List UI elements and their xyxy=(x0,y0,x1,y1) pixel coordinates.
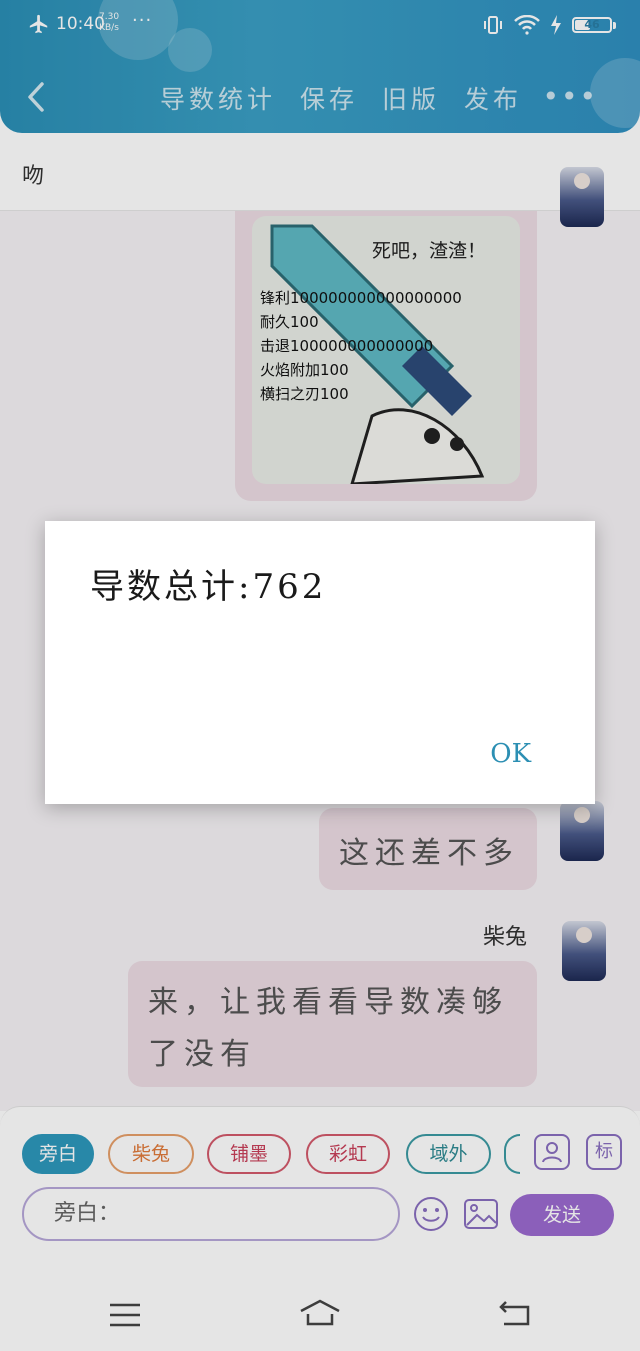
ok-button[interactable]: OK xyxy=(490,739,531,769)
stats-dialog: 导数总计:762 OK xyxy=(45,521,595,804)
dialog-message: 导数总计:762 xyxy=(90,567,327,607)
